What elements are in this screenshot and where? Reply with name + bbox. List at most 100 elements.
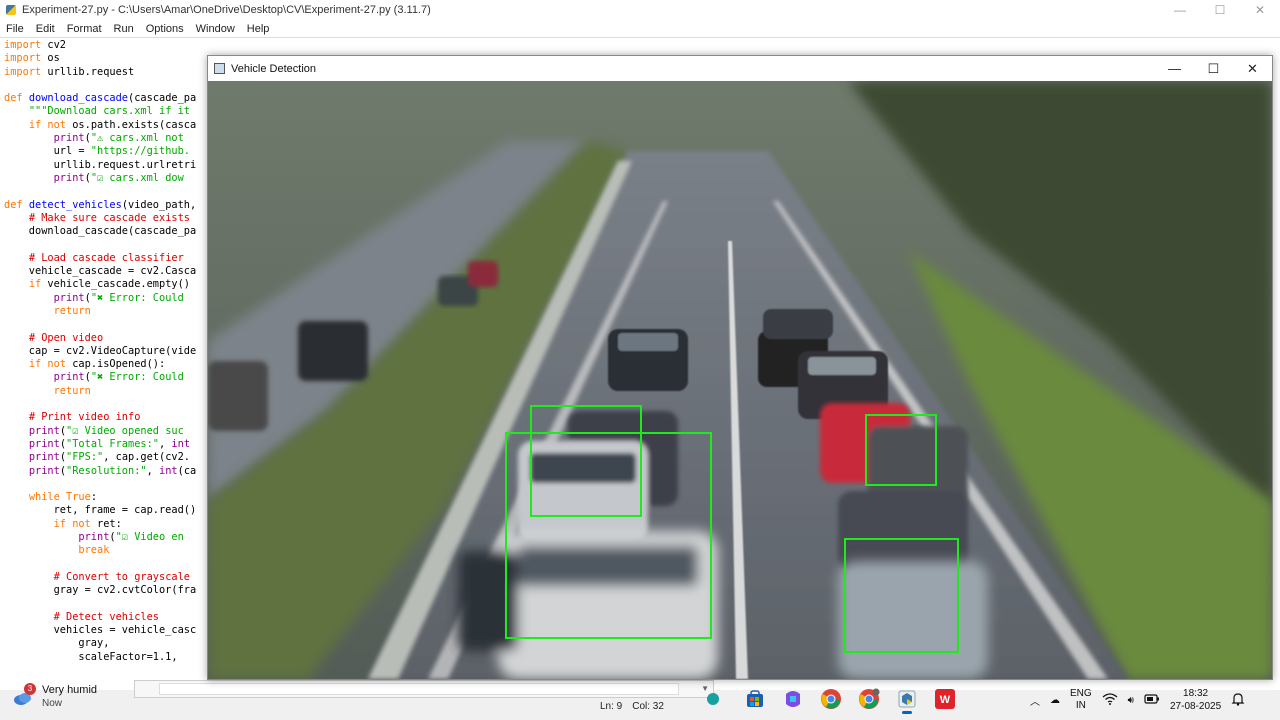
- code-token: print: [28, 451, 60, 464]
- wifi-icon[interactable]: [1102, 692, 1118, 708]
- language-code: ENG: [1070, 688, 1092, 699]
- chrome-icon[interactable]: [818, 684, 844, 714]
- vd-maximize-icon[interactable]: ☐: [1194, 56, 1233, 81]
- minimize-icon[interactable]: —: [1160, 0, 1200, 20]
- code-token: import: [4, 39, 42, 51]
- code-token: print: [28, 437, 60, 450]
- idle-menubar: File Edit Format Run Options Window Help: [0, 20, 1280, 37]
- chevron-up-icon[interactable]: ︿: [1030, 693, 1040, 708]
- code-token: # Detect vehicles: [53, 610, 159, 623]
- code-token: # Load cascade classifier: [28, 251, 184, 264]
- weather-cloud-icon: 3: [12, 683, 36, 708]
- taskbar-app-teal-icon[interactable]: [704, 684, 730, 714]
- menu-window[interactable]: Window: [190, 23, 241, 35]
- idle-window-title: Experiment-27.py - C:\Users\Amar\OneDriv…: [22, 4, 431, 16]
- language-indicator[interactable]: ENG IN: [1070, 688, 1092, 712]
- vd-titlebar[interactable]: Vehicle Detection: [208, 56, 1272, 81]
- code-token: os.path.exists(casca: [66, 118, 197, 131]
- code-token: int: [171, 437, 191, 450]
- code-token: if not: [28, 118, 67, 131]
- python-idle-icon[interactable]: [894, 684, 920, 714]
- weather-notification-badge: 3: [24, 683, 36, 695]
- close-icon[interactable]: ✕: [1240, 0, 1280, 20]
- code-token: scaleFactor=1.1,: [4, 650, 178, 663]
- region-code: IN: [1075, 700, 1086, 711]
- code-token: urllib.request.urlretri: [4, 158, 197, 171]
- idle-titlebar[interactable]: Experiment-27.py - C:\Users\Amar\OneDriv…: [0, 0, 1280, 20]
- taskbar-clock[interactable]: 18:32 27-08-2025: [1170, 687, 1221, 713]
- code-token: url =: [4, 145, 91, 158]
- chrome-profile-icon[interactable]: [856, 684, 882, 714]
- vd-window-controls: — ☐ ✕: [1155, 56, 1272, 81]
- code-token: (ca: [177, 464, 197, 477]
- code-token: download_cascade(cascade_pa: [4, 225, 197, 238]
- clock-time: 18:32: [1183, 688, 1209, 699]
- code-token: """Download cars.xml if it: [28, 105, 190, 118]
- code-token: import: [4, 52, 42, 65]
- code-token: print: [28, 424, 60, 437]
- taskbar-apps: W: [704, 684, 958, 714]
- code-token: os: [41, 52, 60, 65]
- code-token: cap = cv2.VideoCapture(vide: [4, 344, 197, 357]
- menu-help[interactable]: Help: [241, 23, 276, 35]
- wps-office-icon[interactable]: W: [932, 684, 958, 714]
- volume-icon[interactable]: 🔊︎: [1128, 695, 1134, 706]
- code-token: "⚠ cars.xml not: [90, 132, 184, 145]
- code-token: print: [53, 371, 85, 384]
- vd-minimize-icon[interactable]: —: [1155, 56, 1194, 81]
- microsoft-store-icon[interactable]: [742, 684, 768, 714]
- svg-text:W: W: [940, 694, 951, 706]
- maximize-icon[interactable]: ☐: [1200, 0, 1240, 20]
- menu-edit[interactable]: Edit: [30, 23, 61, 35]
- clock-date: 27-08-2025: [1169, 701, 1222, 712]
- menu-options[interactable]: Options: [140, 23, 190, 35]
- menu-format[interactable]: Format: [61, 23, 108, 35]
- code-token: if not: [53, 517, 91, 530]
- code-token: ,: [159, 437, 172, 450]
- code-line[interactable]: import cv2: [4, 39, 1280, 52]
- code-token: break: [78, 544, 110, 557]
- weather-condition: Very humid: [42, 684, 98, 696]
- vd-window-title: Vehicle Detection: [231, 62, 316, 75]
- highway-scene: [208, 81, 1272, 679]
- code-token: ,: [146, 464, 160, 477]
- code-token: return: [53, 384, 91, 397]
- code-token: , cap.get(cv2.: [103, 451, 191, 464]
- battery-icon[interactable]: [1144, 693, 1160, 708]
- notifications-bell-icon[interactable]: [1231, 692, 1245, 709]
- code-token: # Convert to grayscale: [53, 570, 190, 583]
- vd-close-icon[interactable]: ✕: [1233, 56, 1272, 81]
- code-token: vehicle_cascade.empty(): [41, 278, 191, 291]
- opencv-window-icon: [214, 63, 225, 74]
- code-token: (cascade_pa: [128, 92, 197, 105]
- code-token: vehicles = vehicle_casc: [4, 624, 197, 637]
- code-token: cap.isOpened():: [66, 358, 166, 371]
- code-token: urllib.request: [41, 65, 135, 78]
- code-token: "☑ Video opened suc: [66, 424, 184, 437]
- code-token: "✖ Error: Could: [90, 291, 184, 304]
- onedrive-cloud-icon[interactable]: ☁: [1050, 695, 1060, 706]
- code-token: download_cascade: [28, 92, 129, 105]
- idle-window-controls: — ☐ ✕: [1160, 0, 1280, 20]
- weather-widget[interactable]: 3 Very humid Now: [12, 683, 98, 710]
- menu-run[interactable]: Run: [108, 23, 140, 35]
- menu-file[interactable]: File: [0, 23, 30, 35]
- copilot-icon[interactable]: [780, 684, 806, 714]
- code-token: print: [28, 464, 60, 477]
- code-token: print: [53, 291, 85, 304]
- vehicle-detection-window: Vehicle Detection — ☐ ✕: [207, 55, 1273, 680]
